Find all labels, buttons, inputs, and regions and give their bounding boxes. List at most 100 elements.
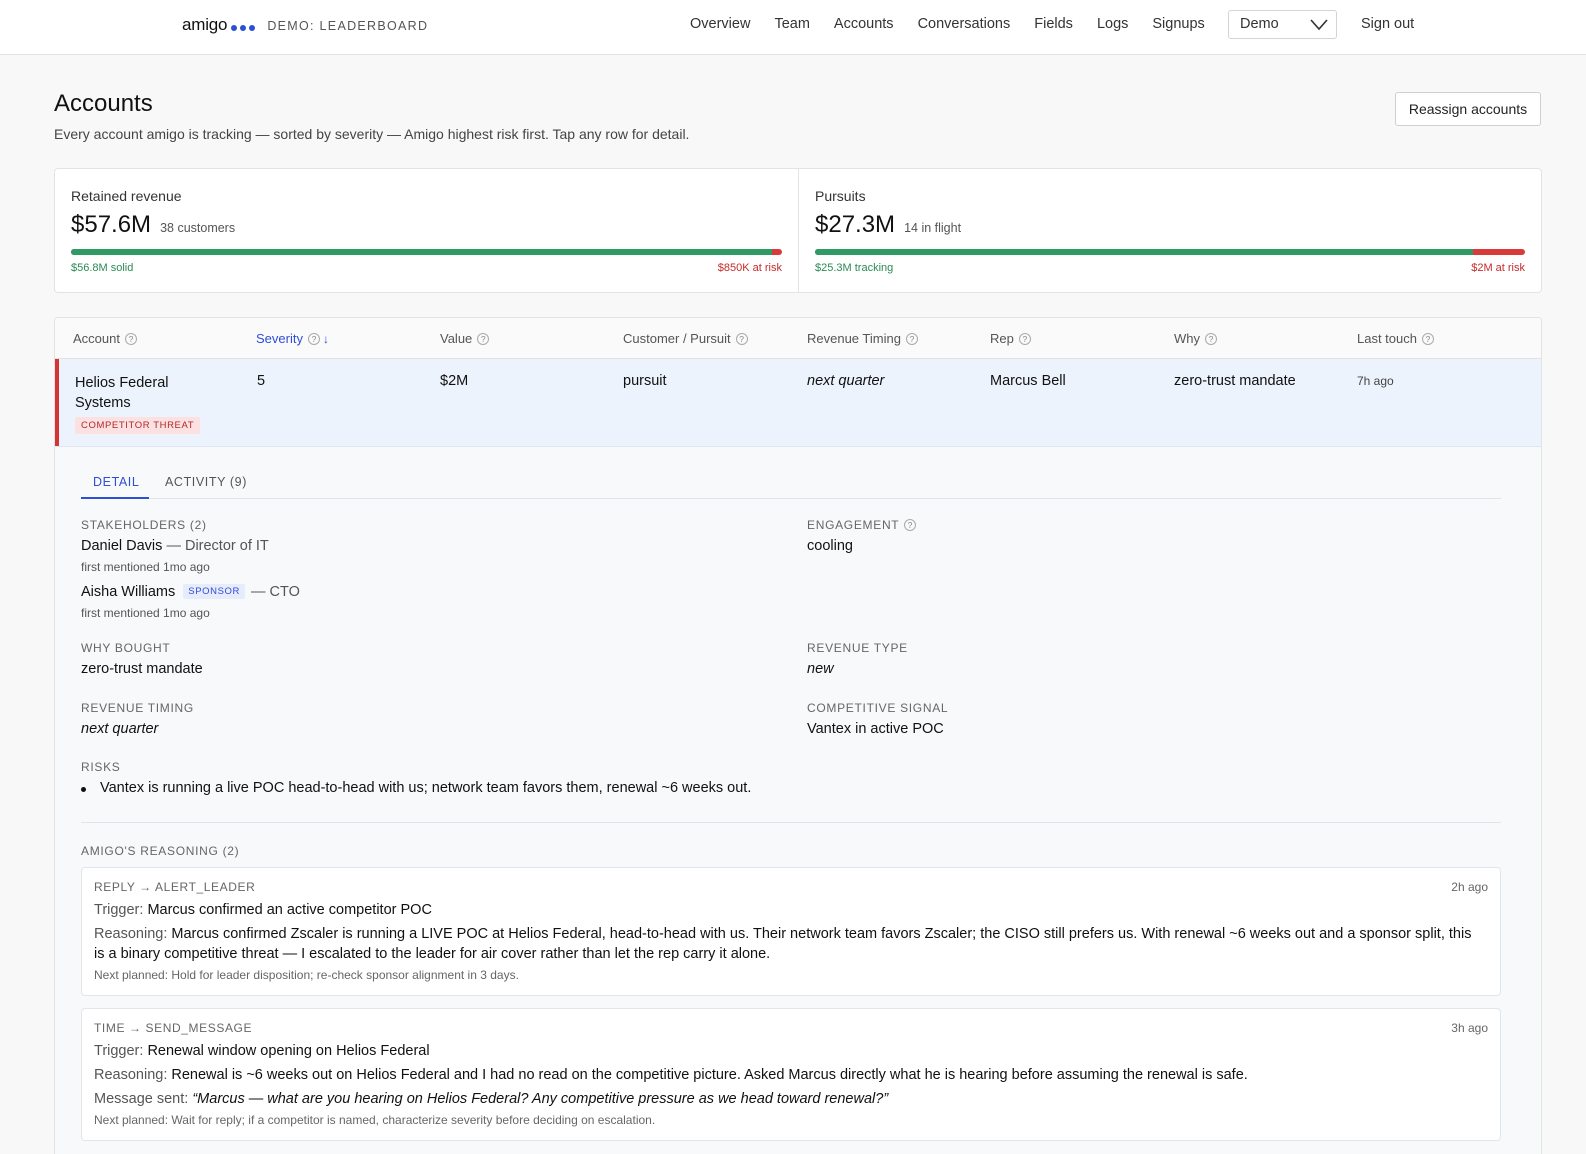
col-value-label: Value (440, 331, 473, 346)
nav-team[interactable]: Team (774, 16, 809, 32)
reasoning-time: 3h ago (1451, 1021, 1488, 1035)
competitive-signal-label: COMPETITIVE SIGNAL (807, 701, 949, 715)
section-divider (81, 822, 1501, 823)
sign-out-link[interactable]: Sign out (1361, 16, 1414, 32)
revenue-timing-detail: next quarter (81, 721, 159, 737)
why-bought-value: zero-trust mandate (81, 661, 203, 677)
help-icon[interactable]: ? (1205, 332, 1217, 345)
chevron-down-icon (1310, 19, 1328, 31)
pursuits-progress-bar (815, 249, 1525, 255)
col-customer-pursuit-label: Customer / Pursuit (623, 331, 731, 346)
retained-label: Retained revenue (71, 188, 182, 204)
col-account[interactable]: Account? (73, 331, 137, 346)
col-customer-pursuit[interactable]: Customer / Pursuit? (623, 331, 748, 346)
col-revenue-timing[interactable]: Revenue Timing? (807, 331, 918, 346)
severity-value: 5 (257, 373, 266, 389)
stakeholder-2: Aisha Williams SPONSOR — CTO (81, 584, 300, 600)
help-icon[interactable]: ? (1018, 332, 1031, 345)
stakeholder-mentioned: first mentioned 1mo ago (81, 606, 210, 620)
table-header: Account? Severity? ↓ Value? Customer / Pu… (55, 318, 1541, 359)
app-subtitle: DEMO: LEADERBOARD (267, 19, 429, 33)
help-icon[interactable]: ? (477, 332, 490, 345)
account-value: $2M (440, 373, 469, 389)
tab-activity[interactable]: ACTIVITY (9) (165, 475, 247, 489)
retained-revenue-card: Retained revenue $57.6M 38 customers $56… (55, 169, 798, 292)
retained-solid-fill (71, 249, 773, 255)
customer-pursuit-value: pursuit (623, 373, 667, 389)
rep-name: Marcus Bell (990, 373, 1066, 389)
retained-count: 38 customers (160, 221, 236, 235)
help-icon[interactable]: ? (1422, 332, 1434, 345)
nav-logs[interactable]: Logs (1097, 16, 1128, 32)
reassign-accounts-button[interactable]: Reassign accounts (1395, 92, 1541, 126)
pursuits-tracking-label: $25.3M tracking (815, 262, 894, 274)
reasoning-trigger: Trigger: Marcus confirmed an active comp… (94, 900, 1482, 920)
help-icon[interactable]: ? (905, 332, 918, 345)
reasoning-card: TIME → SEND_MESSAGE 3h ago Trigger: Rene… (81, 1008, 1501, 1141)
nav-fields[interactable]: Fields (1034, 16, 1073, 32)
col-why[interactable]: Why? (1174, 331, 1217, 346)
sponsor-badge: SPONSOR (183, 584, 245, 599)
revenue-timing-value: next quarter (807, 373, 885, 389)
pursuits-risk-label: $2M at risk (1471, 262, 1525, 274)
pursuits-label: Pursuits (815, 188, 866, 204)
brand-logo[interactable]: amigo DEMO: LEADERBOARD (182, 15, 428, 35)
next-planned: Next planned: Hold for leader dispositio… (94, 968, 519, 982)
engagement-label: ENGAGEMENT? (807, 518, 917, 532)
col-why-label: Why (1174, 331, 1200, 346)
nav-overview[interactable]: Overview (690, 16, 750, 32)
reasoning-type: REPLY → ALERT_LEADER (94, 880, 256, 894)
col-revenue-timing-label: Revenue Timing (807, 331, 901, 346)
engagement-label-text: ENGAGEMENT (807, 518, 900, 532)
stakeholder-role: — CTO (250, 584, 300, 600)
col-value[interactable]: Value? (440, 331, 490, 346)
tab-detail[interactable]: DETAIL (93, 475, 139, 489)
help-icon[interactable]: ? (735, 332, 748, 345)
stats-panel: Retained revenue $57.6M 38 customers $56… (54, 168, 1542, 293)
revenue-timing-label: REVENUE TIMING (81, 701, 194, 715)
brand-dots-icon (231, 24, 256, 31)
last-touch-value: 7h ago (1357, 374, 1394, 388)
reasoning-label: AMIGO'S REASONING (2) (81, 844, 240, 858)
reasoning-text: Reasoning: Renewal is ~6 weeks out on He… (94, 1065, 1482, 1085)
page-title: Accounts (54, 90, 153, 117)
col-rep-label: Rep (990, 331, 1014, 346)
help-icon[interactable]: ? (307, 332, 320, 345)
reasoning-text-label: Reasoning: (94, 1067, 168, 1083)
help-icon[interactable]: ? (124, 332, 137, 345)
demo-select[interactable]: Demo (1228, 10, 1337, 39)
col-rep[interactable]: Rep? (990, 331, 1031, 346)
risk-item: Vantex is running a live POC head-to-hea… (81, 780, 751, 796)
reasoning-text: Reasoning: Marcus confirmed Zscaler is r… (94, 924, 1482, 964)
retained-progress-bar (71, 249, 782, 255)
risk-text: Vantex is running a live POC head-to-hea… (100, 780, 752, 796)
engagement-value: cooling (807, 538, 853, 554)
retained-risk-label: $850K at risk (717, 262, 782, 274)
revenue-type-value: new (807, 661, 834, 677)
nav-signups[interactable]: Signups (1152, 16, 1204, 32)
stakeholder-1: Daniel Davis — Director of IT (81, 538, 269, 554)
trigger-text: Renewal window opening on Helios Federal (147, 1043, 430, 1059)
risks-label: RISKS (81, 760, 121, 774)
bullet-icon (81, 787, 86, 792)
reasoning-time: 2h ago (1451, 880, 1488, 894)
message-label: Message sent: (94, 1091, 189, 1107)
col-last-touch-label: Last touch (1357, 331, 1417, 346)
trigger-label: Trigger: (94, 902, 144, 918)
table-row[interactable]: Helios Federal Systems COMPETITOR THREAT… (55, 359, 1541, 447)
help-icon[interactable]: ? (904, 519, 917, 531)
message-text: “Marcus — what are you hearing on Helios… (192, 1091, 889, 1107)
demo-select-value: Demo (1240, 16, 1279, 32)
competitive-signal-value: Vantex in active POC (807, 721, 944, 737)
reasoning-card: REPLY → ALERT_LEADER 2h ago Trigger: Mar… (81, 867, 1501, 996)
pursuits-card: Pursuits $27.3M 14 in flight $25.3M trac… (798, 169, 1541, 292)
severity-indicator (55, 359, 59, 446)
pursuits-solid-fill (815, 249, 1474, 255)
trigger-text: Marcus confirmed an active competitor PO… (147, 902, 432, 918)
nav-accounts[interactable]: Accounts (834, 16, 894, 32)
reasoning-trigger: Trigger: Renewal window opening on Helio… (94, 1041, 1482, 1061)
col-severity[interactable]: Severity? ↓ (256, 331, 329, 346)
nav-conversations[interactable]: Conversations (918, 16, 1011, 32)
col-last-touch[interactable]: Last touch? (1357, 331, 1434, 346)
detail-tabs: DETAIL ACTIVITY (9) (81, 469, 1501, 499)
